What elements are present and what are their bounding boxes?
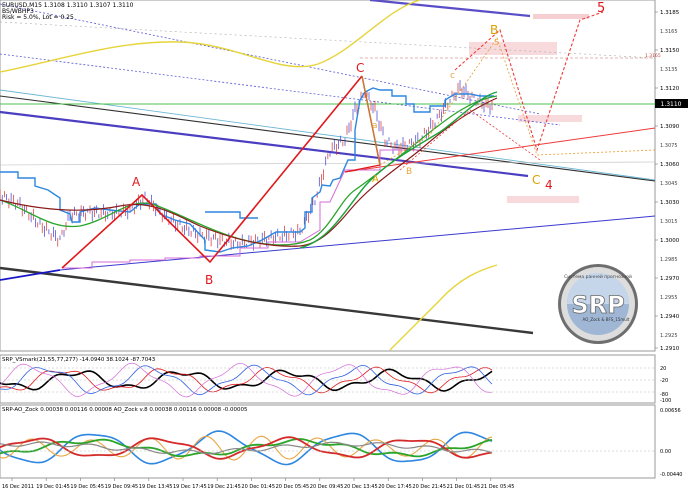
srp-logo: SRP Система ранней прогнозной AO_Zock & … [558,264,638,344]
trading-chart: A B C A B a c B 5 C 4 5 EURUSD,M15 1.310… [0,0,688,490]
price-tick-label: 1.3060 [660,162,680,168]
current-price-label: 1.3110 [661,101,682,108]
wave-label-A1: A [132,175,141,189]
price-tick-label: 1.3165 [660,29,678,35]
wave-label-c: c [450,71,455,81]
srp-logo-subtext: AO_Zock & BFS_15mult [583,317,630,322]
time-tick-label: 19 Dec 01:45 [36,484,70,490]
oscillator-1-tick: -20 [660,378,668,384]
oscillator-1-label: SRP_VSmark(21,55,77,277) -14.0940 38.102… [2,357,156,363]
price-tick-label: 1.3045 [660,181,678,187]
price-tick-label: 1.3015 [660,219,678,225]
time-tick-label: 20 Dec 05:45 [276,484,310,490]
oscillator-2-axis: 0.00656 0.00 -0.00440 [660,408,682,478]
time-axis: 16 Dec 2011 19 Dec 01:45 19 Dec 05:45 19 De… [2,478,514,490]
price-tick-label: 1.3185 [660,10,680,16]
oscillator-2-tick: -0.00440 [660,472,682,478]
price-tick-label: 1.3000 [660,238,680,244]
forecast-zone-low [507,196,579,203]
price-tick-label: 1.3030 [660,200,680,206]
price-tick-label: 1.2940 [660,314,680,320]
price-tick-label: 1.3075 [660,143,678,149]
time-tick-label: 21 Dec 01:45 [447,484,481,490]
oscillator-2-tick: 0.00 [660,449,671,455]
time-tick-label: 19 Dec 17:45 [173,484,207,490]
price-tick-label: 1.2970 [660,276,680,282]
wave-label-a: a [372,121,378,131]
price-axis: 1.3185 1.3150 1.3120 1.3090 1.3060 1.3030 1.30… [655,10,680,352]
price-tick-label: 1.3150 [660,48,680,54]
time-tick-label: 16 Dec 2011 [2,484,34,490]
time-tick-label: 20 Dec 21:45 [412,484,446,490]
srp-logo-ring-text: Система ранней прогнозной [564,273,632,280]
srp-logo-text: SRP [571,291,624,319]
wave-label-4: 4 [545,178,553,192]
time-tick-label: 20 Dec 17:45 [378,484,412,490]
oscillator-2-tick: 0.00656 [660,408,681,414]
time-tick-label: 19 Dec 05:45 [70,484,104,490]
wave-label-5: 5 [597,1,605,16]
level-tag-label: 1.3165 [645,53,661,59]
oscillator-1-tick: -100 [660,398,671,404]
price-tick-label: 1.2985 [660,257,678,263]
wave-label-5-small: 5 [494,38,499,47]
wave-label-C-letter: C [532,173,540,187]
time-tick-label: 19 Dec 13:45 [139,484,173,490]
risk-info: Risk = 5.0%, Lot = 0.25 [2,14,74,21]
price-tick-label: 1.3120 [660,86,680,92]
oscillator-2-label: SRP-AO_Zock 0.00038 0.00116 0.00008 AO_Z… [2,407,248,413]
forecast-zone-top [533,14,589,19]
price-tick-label: 1.2910 [660,346,680,352]
oscillator-1-axis: 20-20-80-100 [660,366,671,404]
time-tick-label: 20 Dec 01:45 [241,484,275,490]
wave-label-B-top: B [490,23,498,37]
price-tick-label: 1.3135 [660,67,678,73]
price-tick-label: 1.2925 [660,333,678,339]
time-tick-label: 19 Dec 21:45 [207,484,241,490]
time-tick-label: 20 Dec 13:45 [344,484,378,490]
wave-label-B1: B [205,273,213,287]
price-tick-label: 1.3090 [660,124,680,130]
time-tick-label: 19 Dec 09:45 [105,484,139,490]
time-tick-label: 21 Dec 05:45 [481,484,515,490]
forecast-zone-b [469,42,557,55]
wave-label-A2: A [372,174,379,185]
time-tick-label: 20 Dec 09:45 [310,484,344,490]
oscillator-1-tick: 20 [660,366,666,372]
price-tick-label: 1.2955 [660,295,678,301]
wave-label-B2: B [406,167,412,177]
wave-label-C1: C [356,61,364,75]
